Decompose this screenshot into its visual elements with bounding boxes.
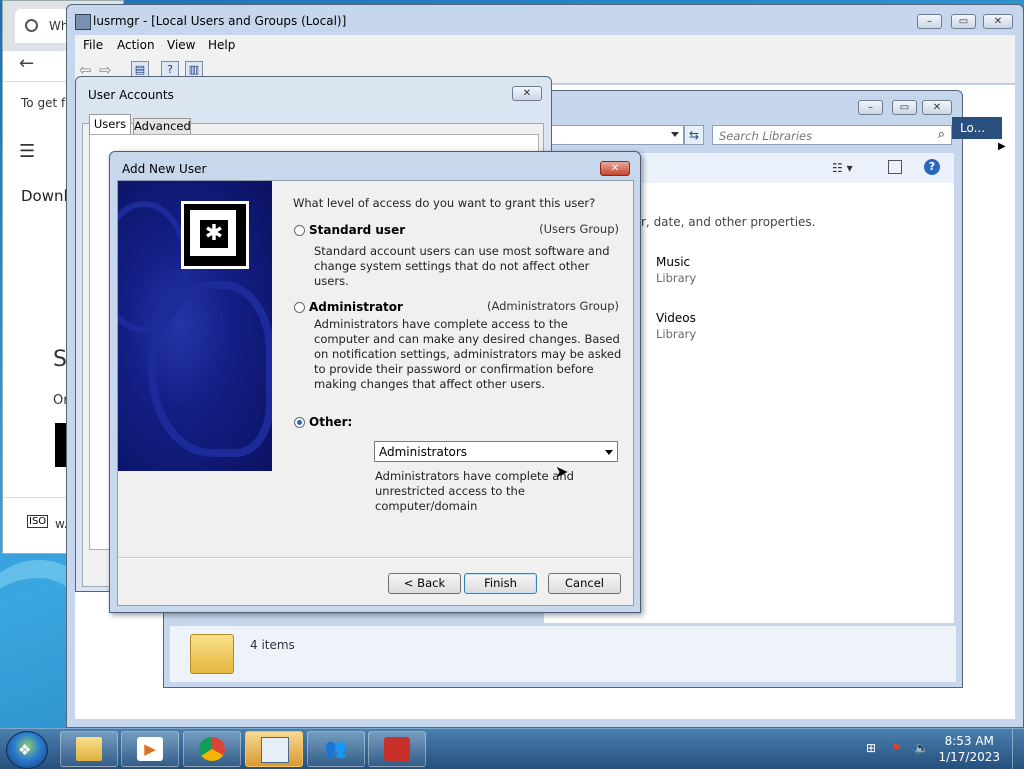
music-library-type: Library [656, 271, 697, 285]
taskbar: ❖ ▶ 👥 ⊞ ⚑ 🔈 8:53 AM 1/17/2023 [0, 728, 1024, 769]
taskbar-explorer[interactable] [60, 731, 118, 767]
banner-decor [148, 281, 272, 457]
chrome-tab-icon [25, 19, 38, 32]
standard-user-desc: Standard account users can use most soft… [314, 244, 610, 288]
maximize-button[interactable]: ▭ [951, 14, 976, 29]
add-new-user-dialog[interactable]: Add New User ✕ ✱ What level of access do… [109, 151, 641, 613]
other-label[interactable]: Other: [309, 415, 352, 429]
dialog-title: Add New User [122, 162, 207, 176]
page-text-download: Downl [21, 187, 68, 205]
taskbar-lusrmgr[interactable] [245, 731, 303, 767]
users-icon: 👥 [324, 738, 348, 759]
finish-button[interactable]: Finish [464, 573, 537, 594]
standard-user-label[interactable]: Standard user [309, 223, 405, 237]
computer-management-icon [261, 737, 289, 763]
libraries-right-header: Lo... [952, 117, 1002, 139]
minimize-button[interactable]: – [917, 14, 942, 29]
clock[interactable]: 8:53 AM 1/17/2023 [938, 733, 1000, 765]
taskbar-media-player[interactable]: ▶ [121, 731, 179, 767]
menu-view[interactable]: View [167, 38, 195, 52]
other-desc: Administrators have complete and unrestr… [375, 469, 574, 513]
network-icon[interactable]: ⊞ [866, 741, 882, 755]
address-bar[interactable] [544, 125, 684, 145]
group-select-value: Administrators [379, 445, 468, 459]
administrator-group: (Administrators Group) [486, 299, 619, 313]
folder-icon [76, 737, 102, 761]
tab-users[interactable]: Users [89, 114, 131, 135]
start-button[interactable]: ❖ [6, 731, 48, 769]
windows-logo-icon: ❖ [18, 741, 32, 759]
clock-date: 1/17/2023 [938, 750, 1000, 764]
user-accounts-icon: ✱ [181, 201, 249, 269]
menu-help[interactable]: Help [208, 38, 235, 52]
dialog-close-button[interactable]: ✕ [600, 161, 630, 176]
standard-user-group: (Users Group) [539, 222, 619, 236]
music-library-name[interactable]: Music [656, 255, 690, 269]
media-player-icon: ▶ [137, 737, 163, 761]
libraries-right-header-text: Lo... [960, 121, 986, 135]
lusrmgr-app-icon [75, 14, 91, 30]
user-accounts-title: User Accounts [88, 88, 174, 102]
videos-library-type: Library [656, 327, 697, 341]
menu-file[interactable]: File [83, 38, 103, 52]
hamburger-menu-icon[interactable]: ☰ [19, 141, 35, 162]
iso-file-icon: ISO [27, 515, 49, 528]
lusrmgr-titlebar[interactable]: lusrmgr - [Local Users and Groups (Local… [67, 5, 1023, 35]
mouse-cursor-icon: ➤ [555, 462, 569, 481]
search-placeholder: Search Libraries [719, 129, 813, 143]
libraries-maximize-button[interactable]: ▭ [892, 100, 917, 115]
expand-arrow-icon[interactable]: ▶ [998, 141, 1006, 152]
wizard-banner: ✱ [118, 181, 272, 471]
libraries-folder-icon [190, 634, 234, 674]
page-text-line1: To get f [21, 96, 66, 110]
details-pane: 4 items [170, 625, 956, 682]
group-select[interactable]: Administrators [374, 441, 618, 462]
item-count: 4 items [250, 638, 295, 652]
lusrmgr-title: lusrmgr - [Local Users and Groups (Local… [93, 14, 347, 28]
back-button[interactable]: < Back [388, 573, 461, 594]
libraries-info-text: der, date, and other properties. [626, 215, 816, 229]
standard-user-radio[interactable] [294, 225, 305, 236]
toolbox-icon [384, 737, 410, 761]
search-icon[interactable]: ⌕ [938, 127, 945, 142]
menu-bar: File Action View Help [75, 35, 1015, 57]
dialog-body: ✱ What level of access do you want to gr… [117, 180, 634, 606]
videos-library-name[interactable]: Videos [656, 311, 696, 325]
taskbar-user-accounts[interactable]: 👥 [307, 731, 365, 767]
refresh-icon[interactable]: ⇆ [684, 125, 704, 145]
button-separator [118, 557, 633, 559]
page-heading-s: S [53, 347, 67, 372]
menu-action[interactable]: Action [117, 38, 155, 52]
taskbar-toolbox[interactable] [368, 731, 426, 767]
action-center-icon[interactable]: ⚑ [891, 741, 907, 755]
libraries-close-button[interactable]: ✕ [922, 100, 952, 115]
chrome-icon [199, 737, 225, 761]
search-libraries-box[interactable]: Search Libraries ⌕ [712, 125, 952, 145]
preview-pane-icon[interactable] [888, 160, 902, 174]
taskbar-chrome[interactable] [183, 731, 241, 767]
cancel-button[interactable]: Cancel [548, 573, 621, 594]
address-dropdown-icon[interactable] [671, 132, 679, 137]
show-desktop-button[interactable] [1012, 729, 1024, 769]
administrator-label[interactable]: Administrator [309, 300, 403, 314]
user-accounts-close-button[interactable]: ✕ [512, 86, 542, 101]
help-icon[interactable]: ? [924, 159, 940, 175]
libraries-minimize-button[interactable]: – [858, 100, 883, 115]
volume-icon[interactable]: 🔈 [914, 741, 930, 755]
administrator-desc: Administrators have complete access to t… [314, 317, 622, 391]
back-arrow-icon[interactable]: ← [19, 53, 34, 74]
clock-time: 8:53 AM [944, 734, 994, 748]
view-options-icon[interactable]: ☷ ▾ [832, 161, 853, 175]
chevron-down-icon[interactable] [605, 450, 613, 455]
access-question: What level of access do you want to gran… [293, 196, 596, 210]
other-radio[interactable] [294, 417, 305, 428]
close-button[interactable]: ✕ [983, 14, 1013, 29]
administrator-radio[interactable] [294, 302, 305, 313]
